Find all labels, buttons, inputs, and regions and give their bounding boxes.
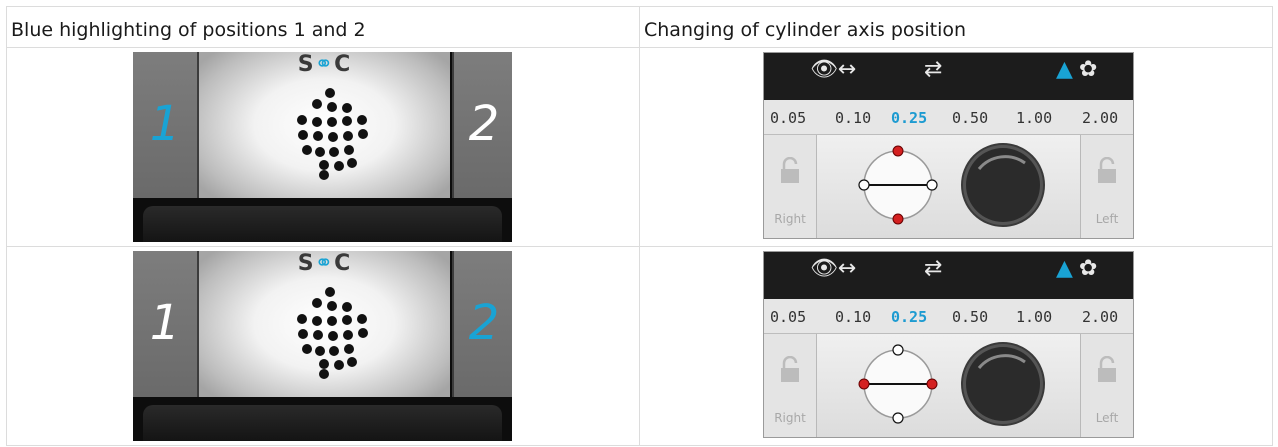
- mountain-icon[interactable]: ▲: [1056, 257, 1073, 281]
- position-2-label: 2: [468, 295, 500, 351]
- bottom-bar: [143, 206, 502, 242]
- top-toolbar: 👁↔ ⇄ ▲ ✿: [764, 252, 1133, 299]
- chart-display: S⚭C: [199, 251, 450, 397]
- dot-pattern-icon: [297, 287, 368, 379]
- chart-display: S⚭C: [199, 52, 450, 198]
- step-value[interactable]: 0.05: [770, 308, 806, 326]
- lock-icon: [1098, 356, 1116, 382]
- lock-right-label: Right: [774, 411, 806, 425]
- step-value-selected[interactable]: 0.25: [891, 308, 927, 326]
- position-2-button[interactable]: 2: [452, 52, 512, 198]
- axis-control: [817, 135, 1080, 238]
- step-value[interactable]: 0.50: [952, 109, 988, 127]
- lock-right-label: Right: [774, 212, 806, 226]
- position-2-button[interactable]: 2: [452, 251, 512, 397]
- step-value[interactable]: 0.10: [835, 308, 871, 326]
- header-cylinder: Changing of cylinder axis position: [644, 19, 967, 41]
- step-scale: 0.05 0.10 0.25 0.50 1.00 2.00: [764, 100, 1133, 135]
- lock-right-button[interactable]: Right: [764, 334, 817, 437]
- lock-icon: [781, 157, 799, 183]
- comparison-table: Blue highlighting of positions 1 and 2 C…: [6, 6, 1273, 446]
- cylinder-panel-row1: 👁↔ ⇄ ▲ ✿ 0.05 0.10 0.25 0.50 1.00 2.00 R…: [763, 52, 1134, 239]
- lock-right-button[interactable]: Right: [764, 135, 817, 238]
- header-highlighting: Blue highlighting of positions 1 and 2: [11, 19, 366, 41]
- cylinder-cell-row2: 👁↔ ⇄ ▲ ✿ 0.05 0.10 0.25 0.50 1.00 2.00 R…: [639, 246, 1273, 446]
- step-value[interactable]: 1.00: [1016, 308, 1052, 326]
- projector-screen-row2: 1 S⚭C 2: [133, 251, 512, 441]
- position-1-button[interactable]: 1: [133, 52, 199, 198]
- cylinder-axis-icon[interactable]: ⇄: [924, 58, 942, 82]
- binocular-eye-icon[interactable]: 👁↔: [810, 58, 856, 82]
- projector-cell-row1: 1 S⚭C 2: [6, 47, 640, 247]
- axis-control: [817, 334, 1080, 437]
- step-value[interactable]: 0.05: [770, 109, 806, 127]
- lock-left-button[interactable]: Left: [1080, 334, 1133, 437]
- axis-dial[interactable]: [817, 135, 1080, 238]
- step-scale: 0.05 0.10 0.25 0.50 1.00 2.00: [764, 299, 1133, 334]
- dot-pattern-icon: [297, 88, 368, 180]
- axis-dial[interactable]: [817, 334, 1080, 437]
- mountain-icon[interactable]: ▲: [1056, 58, 1073, 82]
- top-toolbar: 👁↔ ⇄ ▲ ✿: [764, 53, 1133, 100]
- step-value[interactable]: 2.00: [1082, 109, 1118, 127]
- position-1-label: 1: [149, 96, 181, 152]
- position-2-label: 2: [468, 96, 500, 152]
- flower-icon[interactable]: ✿: [1079, 58, 1097, 82]
- header-cell-highlighting: Blue highlighting of positions 1 and 2: [6, 6, 640, 48]
- bottom-bar: [143, 405, 502, 441]
- step-value[interactable]: 0.10: [835, 109, 871, 127]
- cylinder-panel-row2: 👁↔ ⇄ ▲ ✿ 0.05 0.10 0.25 0.50 1.00 2.00 R…: [763, 251, 1134, 438]
- step-value-selected[interactable]: 0.25: [891, 109, 927, 127]
- lock-icon: [1098, 157, 1116, 183]
- lock-left-label: Left: [1095, 212, 1119, 226]
- lock-left-button[interactable]: Left: [1080, 135, 1133, 238]
- step-value[interactable]: 2.00: [1082, 308, 1118, 326]
- position-1-button[interactable]: 1: [133, 251, 199, 397]
- cylinder-cell-row1: 👁↔ ⇄ ▲ ✿ 0.05 0.10 0.25 0.50 1.00 2.00 R…: [639, 47, 1273, 247]
- lock-icon: [781, 356, 799, 382]
- projector-cell-row2: 1 S⚭C 2: [6, 246, 640, 446]
- header-cell-cylinder: Changing of cylinder axis position: [639, 6, 1273, 48]
- step-value[interactable]: 1.00: [1016, 109, 1052, 127]
- step-value[interactable]: 0.50: [952, 308, 988, 326]
- projector-screen-row1: 1 S⚭C 2: [133, 52, 512, 242]
- flower-icon[interactable]: ✿: [1079, 257, 1097, 281]
- lock-left-label: Left: [1095, 411, 1119, 425]
- position-1-label: 1: [149, 295, 181, 351]
- cylinder-axis-icon[interactable]: ⇄: [924, 257, 942, 281]
- binocular-eye-icon[interactable]: 👁↔: [810, 257, 856, 281]
